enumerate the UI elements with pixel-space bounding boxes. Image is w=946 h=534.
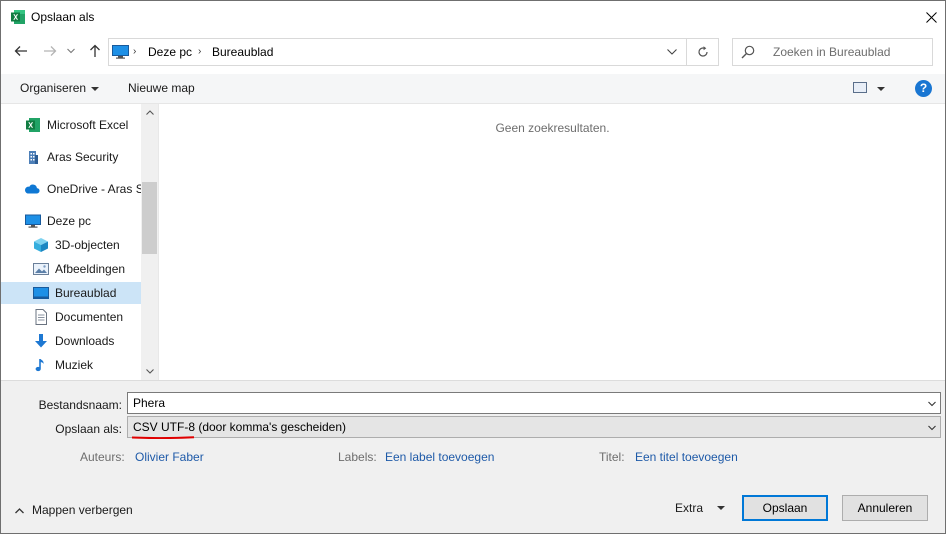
labels-label: Labels:: [338, 450, 377, 464]
caret-down-icon: [91, 86, 100, 91]
nav-item-label: OneDrive - Aras Se: [47, 182, 151, 196]
nav-item-muziek[interactable]: Muziek: [1, 354, 141, 376]
chevron-down-icon: [928, 425, 936, 431]
caret-down-icon[interactable]: [877, 87, 885, 91]
nav-item-microsoft-excel[interactable]: Microsoft Excel: [1, 114, 141, 136]
scrollbar-thumb[interactable]: [142, 182, 157, 254]
chevron-up-icon: [15, 508, 24, 514]
download-icon: [35, 334, 47, 348]
chevron-down-icon: [145, 369, 154, 374]
nav-item-label: Downloads: [55, 334, 115, 348]
title-label: Titel:: [599, 450, 625, 464]
annotation-underline: [131, 436, 195, 439]
nav-item-label: Aras Security: [47, 150, 119, 164]
nav-item-label: Microsoft Excel: [47, 118, 129, 132]
save-button[interactable]: Opslaan: [742, 495, 828, 521]
file-list[interactable]: Geen zoekresultaten.: [160, 104, 945, 380]
caret-down-icon[interactable]: [717, 506, 725, 510]
hide-folders-label: Mappen verbergen: [32, 503, 133, 517]
new-folder-button[interactable]: Nieuwe map: [128, 81, 195, 95]
recent-locations-button[interactable]: [64, 41, 78, 61]
organize-menu[interactable]: Organiseren: [20, 81, 100, 95]
hide-folders-toggle[interactable]: Mappen verbergen: [15, 503, 133, 517]
chevron-up-icon: [145, 110, 154, 115]
add-label-link[interactable]: Een label toevoegen: [385, 450, 494, 464]
chevron-down-icon[interactable]: [928, 401, 936, 407]
nav-item-bureaublad[interactable]: Bureaublad: [1, 282, 141, 304]
close-button[interactable]: [917, 4, 945, 30]
filename-value: Phera: [133, 396, 166, 410]
desktop-icon: [33, 287, 49, 299]
arrow-right-icon: [44, 46, 57, 56]
refresh-button[interactable]: [687, 38, 719, 66]
nav-item-onedrive[interactable]: OneDrive - Aras Se: [1, 178, 150, 200]
nav-item-label: 3D-objecten: [55, 238, 120, 252]
filename-label: Bestandsnaam:: [38, 398, 122, 412]
add-title-link[interactable]: Een titel toevoegen: [635, 450, 738, 464]
computer-icon: [112, 45, 129, 59]
nav-item-label: Documenten: [55, 310, 124, 324]
nav-item-3d-objecten[interactable]: 3D-objecten: [1, 234, 141, 256]
nav-item-deze-pc[interactable]: Deze pc: [1, 210, 141, 232]
nav-item-label: Afbeeldingen: [55, 262, 126, 276]
command-bar: Organiseren Nieuwe map ?: [1, 74, 945, 104]
search-icon: [741, 45, 755, 59]
authors-label: Auteurs:: [80, 450, 125, 464]
close-icon: [925, 11, 937, 23]
arrow-up-icon: [90, 44, 100, 57]
nav-item-label: Bureaublad: [55, 286, 117, 300]
chevron-down-icon: [667, 49, 677, 55]
organize-label: Organiseren: [20, 81, 87, 95]
cloud-icon: [24, 184, 40, 194]
address-history-button[interactable]: [664, 45, 680, 59]
excel-icon: [26, 118, 40, 132]
nav-item-label: Deze pc: [47, 214, 92, 228]
title-bar: Opslaan als: [1, 1, 945, 33]
cube-icon: [34, 238, 48, 252]
search-box[interactable]: Zoeken in Bureaublad: [732, 38, 933, 66]
filename-field[interactable]: Phera: [127, 392, 941, 414]
navigation-scrollbar[interactable]: [141, 104, 158, 380]
extra-menu-button[interactable]: Extra: [675, 501, 703, 515]
back-button[interactable]: [11, 41, 31, 61]
building-icon: [29, 151, 38, 164]
authors-value[interactable]: Olivier Faber: [135, 450, 204, 464]
refresh-icon: [697, 46, 708, 57]
nav-item-label: Muziek: [55, 358, 94, 372]
address-bar[interactable]: › Deze pc › Bureaublad: [108, 38, 687, 66]
nav-item-documenten[interactable]: Documenten: [1, 306, 141, 328]
window-title: Opslaan als: [31, 10, 95, 24]
up-button[interactable]: [85, 41, 105, 61]
savetype-value: CSV UTF-8 (door komma's gescheiden): [133, 420, 347, 434]
scroll-up-button[interactable]: [141, 104, 158, 121]
view-options-icon[interactable]: [853, 82, 867, 93]
save-as-dialog: Opslaan als › Deze pc › Bureaublad Zoeke…: [0, 0, 946, 534]
help-button[interactable]: ?: [915, 80, 932, 97]
pictures-icon: [33, 263, 49, 275]
breadcrumb-separator: ›: [133, 46, 137, 57]
excel-icon: [11, 10, 25, 24]
nav-item-aras-security[interactable]: Aras Security: [1, 146, 141, 168]
forward-button[interactable]: [40, 41, 60, 61]
breadcrumb-separator: ›: [198, 46, 202, 57]
nav-item-afbeeldingen[interactable]: Afbeeldingen: [1, 258, 141, 280]
navigation-pane: Microsoft Excel Aras Security OneDrive -…: [1, 104, 159, 380]
savetype-label: Opslaan als:: [55, 422, 122, 436]
breadcrumb-deze-pc[interactable]: Deze pc: [148, 45, 192, 59]
music-icon: [35, 359, 44, 372]
document-icon: [35, 309, 47, 325]
arrow-left-icon: [14, 46, 27, 56]
search-placeholder: Zoeken in Bureaublad: [773, 45, 891, 59]
scroll-down-button[interactable]: [141, 363, 158, 380]
computer-icon: [25, 214, 41, 228]
cancel-button[interactable]: Annuleren: [842, 495, 928, 521]
breadcrumb-bureaublad[interactable]: Bureaublad: [212, 45, 273, 59]
nav-item-downloads[interactable]: Downloads: [1, 330, 141, 352]
chevron-down-icon: [67, 48, 75, 54]
savetype-select[interactable]: CSV UTF-8 (door komma's gescheiden): [127, 416, 941, 438]
empty-results-message: Geen zoekresultaten.: [495, 121, 610, 135]
